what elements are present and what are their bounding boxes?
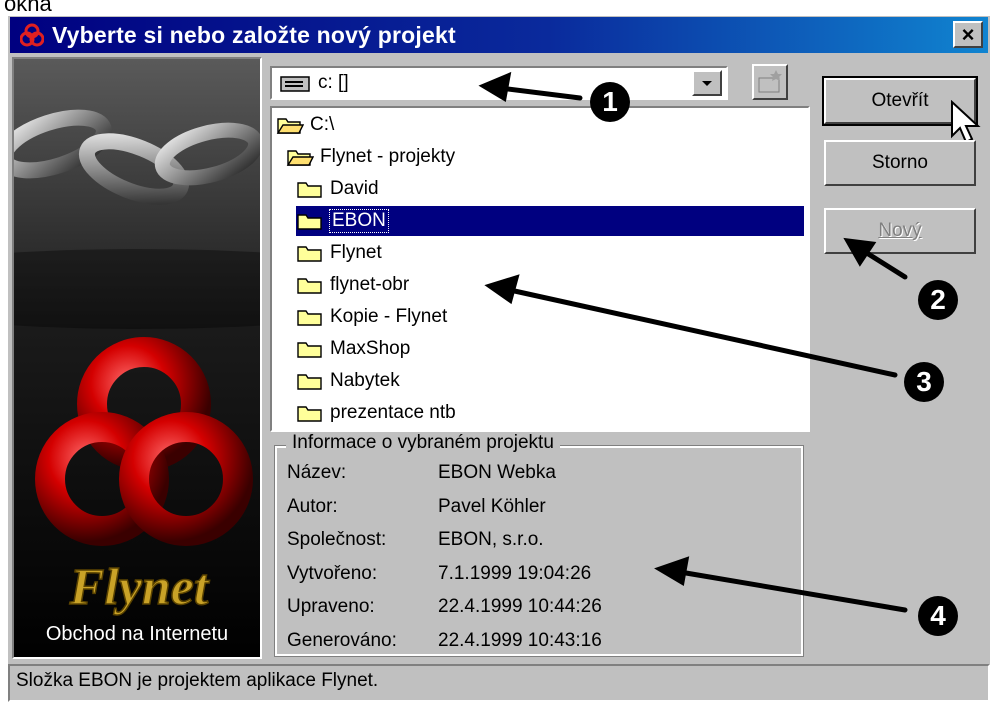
arrow-3 — [507, 287, 898, 378]
arrow-2-head — [843, 237, 877, 267]
arrow-2 — [859, 247, 908, 280]
arrow-4-head — [654, 556, 690, 586]
callout-4: 4 — [918, 596, 958, 636]
arrow-4 — [677, 569, 908, 613]
annotation-arrows — [478, 71, 908, 613]
arrow-1-head — [478, 71, 512, 103]
arrow-1 — [497, 85, 583, 101]
arrow-3-head — [484, 274, 520, 305]
callout-2: 2 — [918, 280, 958, 320]
callout-3: 3 — [904, 362, 944, 402]
callout-1: 1 — [590, 82, 630, 122]
